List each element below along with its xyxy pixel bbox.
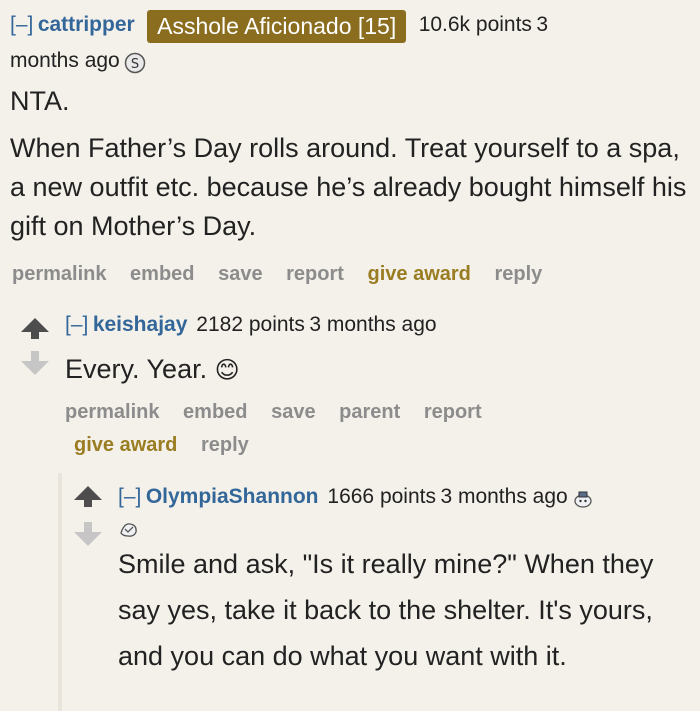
comment-text: Every. Year. [65, 354, 208, 384]
downvote-arrow-stem[interactable] [31, 351, 39, 361]
comment-actions: permalink embed save report give award r… [12, 263, 560, 286]
comment-header: [–] keishajay 2182 points 3 months ago [65, 310, 437, 342]
embed-button[interactable]: embed [183, 401, 247, 423]
upvote-arrow-stem[interactable] [31, 331, 39, 339]
author-link[interactable]: keishajay [93, 313, 188, 336]
comment-body-line: NTA. [10, 86, 70, 116]
author-link[interactable]: OlympiaShannon [146, 485, 319, 508]
score: 2182 points [196, 313, 305, 336]
give-award-button[interactable]: give award [74, 434, 177, 456]
comment-actions-row2: give award reply [74, 434, 267, 457]
embed-button[interactable]: embed [130, 263, 194, 285]
reply-button[interactable]: reply [494, 263, 542, 285]
collapse-toggle[interactable]: [–] [118, 485, 141, 508]
award-icon[interactable] [572, 488, 594, 510]
report-button[interactable]: report [286, 263, 344, 285]
timestamp[interactable]: 3 months ago [440, 485, 567, 508]
downvote-arrow-stem[interactable] [84, 522, 92, 532]
comment-header: [–] OlympiaShannon 1666 points 3 months … [118, 482, 693, 544]
collapse-toggle[interactable]: [–] [10, 13, 33, 36]
author-link[interactable]: cattripper [38, 13, 135, 36]
svg-text:S: S [131, 57, 139, 72]
parent-button[interactable]: parent [339, 401, 400, 423]
permalink-button[interactable]: permalink [65, 401, 159, 423]
comment-header: [–] cattripper Asshole Aficionado [15] 1… [10, 8, 690, 80]
timestamp[interactable]: months ago [10, 49, 120, 72]
upvote-arrow-stem[interactable] [84, 499, 92, 507]
comment-actions: permalink embed save parent report [65, 401, 500, 424]
score: 1666 points [327, 485, 436, 508]
comment-body-paragraph: When Father’s Day rolls around. Treat yo… [10, 133, 687, 241]
score: 10.6k points [418, 13, 532, 36]
reply-button[interactable]: reply [201, 434, 249, 456]
report-button[interactable]: report [424, 401, 482, 423]
save-button[interactable]: save [218, 263, 263, 285]
upvote-arrow-icon[interactable] [74, 486, 102, 500]
user-flair: Asshole Aficionado [15] [147, 10, 407, 44]
comment-body: Smile and ask, "Is it really mine?" When… [118, 549, 654, 671]
save-button[interactable]: save [271, 401, 316, 423]
collapse-toggle[interactable]: [–] [65, 313, 88, 336]
silver-award-icon[interactable]: S [124, 52, 146, 74]
thread-indent-line [58, 473, 62, 711]
timestamp[interactable]: 3 months ago [309, 313, 436, 336]
upvote-arrow-icon[interactable] [21, 318, 49, 332]
permalink-button[interactable]: permalink [12, 263, 106, 285]
downvote-arrow-icon[interactable] [74, 532, 102, 546]
timestamp-part: 3 [536, 13, 549, 36]
downvote-arrow-icon[interactable] [21, 361, 49, 375]
comment-body: Every. Year. 😊 [65, 350, 240, 390]
award-icon-2[interactable] [118, 518, 140, 540]
smile-emoji-icon: 😊 [214, 357, 240, 384]
give-award-button[interactable]: give award [368, 263, 471, 285]
